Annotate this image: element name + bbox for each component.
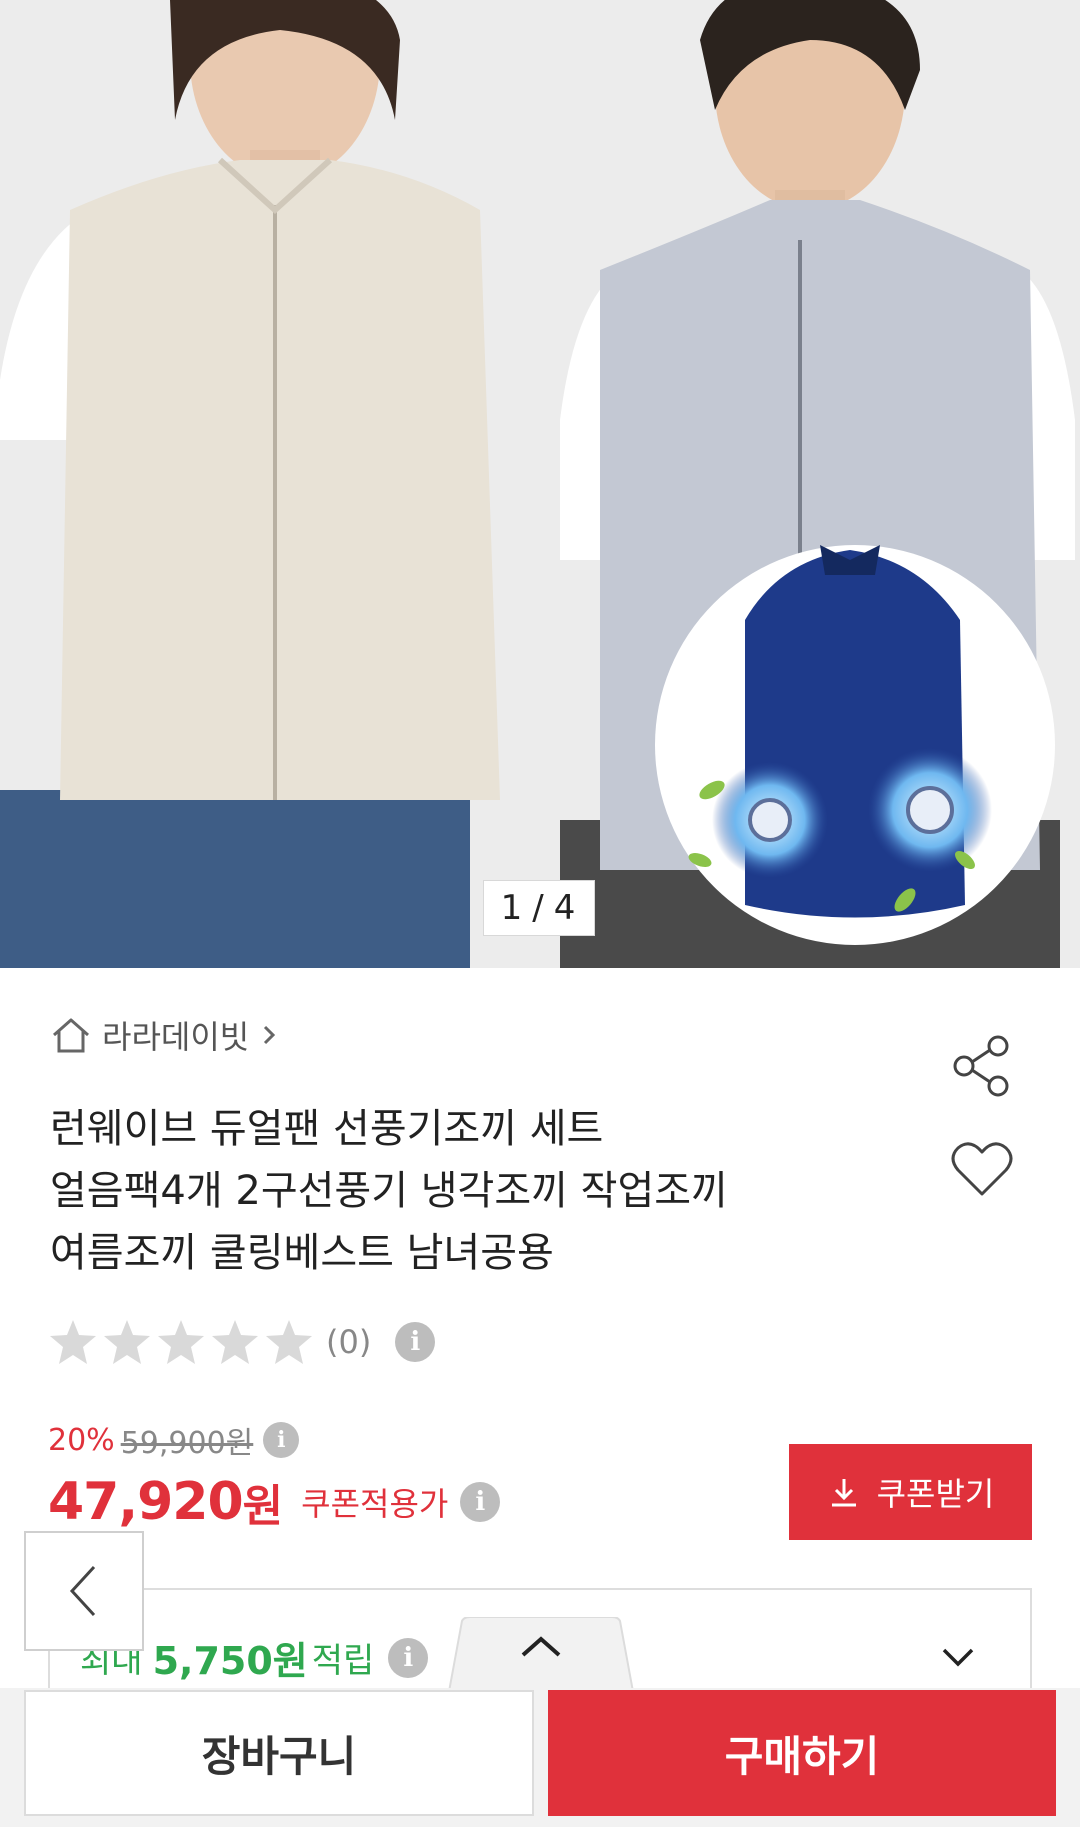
store-name: 라라데이빗 [102, 1012, 249, 1058]
original-price: 59,900원 [121, 1418, 254, 1462]
download-coupon-button[interactable]: 쿠폰받기 [789, 1444, 1032, 1540]
chevron-left-icon [64, 1561, 104, 1621]
points-amount: 5,750원 [153, 1630, 308, 1685]
info-icon[interactable]: i [263, 1422, 299, 1458]
gallery-separator: / [532, 888, 545, 928]
product-title-line: 런웨이브 듀얼팬 선풍기조끼 세트 [50, 1098, 930, 1160]
back-button[interactable] [24, 1531, 144, 1651]
discount-rate: 20% [48, 1423, 115, 1458]
share-icon [950, 1034, 1014, 1098]
discount-row: 20% 59,900원 i [48, 1418, 299, 1462]
heart-icon [950, 1140, 1014, 1200]
star-icon [156, 1318, 206, 1366]
home-icon [50, 1015, 92, 1055]
star-icon [264, 1318, 314, 1366]
product-photo [0, 0, 1080, 968]
download-icon [827, 1475, 861, 1509]
sale-price-unit: 원 [243, 1470, 283, 1534]
points-suffix: 적립 [312, 1633, 375, 1682]
info-icon[interactable]: i [460, 1482, 500, 1522]
gallery-page-indicator: 1 / 4 [483, 880, 595, 936]
star-icon [210, 1318, 260, 1366]
product-title-line: 여름조끼 쿨링베스트 남녀공용 [50, 1222, 930, 1284]
star-rating [48, 1318, 314, 1366]
share-button[interactable] [950, 1034, 1014, 1098]
star-icon [48, 1318, 98, 1366]
rating-row[interactable]: (0) i [48, 1318, 435, 1366]
store-link[interactable]: 라라데이빗 [50, 1012, 279, 1058]
price-row: 47,920 원 쿠폰적용가 i [48, 1470, 500, 1534]
product-image-gallery[interactable]: 1 / 4 [0, 0, 1080, 968]
coupon-price-label: 쿠폰적용가 [301, 1479, 448, 1525]
buy-now-button[interactable]: 구매하기 [548, 1690, 1056, 1816]
product-title-line: 얼음팩4개 2구선풍기 냉각조끼 작업조끼 [50, 1160, 930, 1222]
sheet-toggle-handle[interactable] [448, 1617, 634, 1697]
review-count: (0) [326, 1323, 371, 1361]
gallery-total-pages: 4 [554, 888, 578, 928]
wishlist-button[interactable] [950, 1140, 1014, 1200]
sale-price: 47,920 [48, 1472, 243, 1532]
star-icon [102, 1318, 152, 1366]
chevron-right-icon [259, 1021, 279, 1049]
add-to-cart-button[interactable]: 장바구니 [24, 1690, 534, 1816]
coupon-button-label: 쿠폰받기 [877, 1469, 995, 1515]
product-title: 런웨이브 듀얼팬 선풍기조끼 세트 얼음팩4개 2구선풍기 냉각조끼 작업조끼 … [50, 1098, 930, 1284]
gallery-current-page: 1 [501, 888, 525, 928]
info-icon[interactable]: i [395, 1322, 435, 1362]
info-icon[interactable]: i [388, 1638, 428, 1678]
chevron-down-icon[interactable] [938, 1636, 978, 1676]
